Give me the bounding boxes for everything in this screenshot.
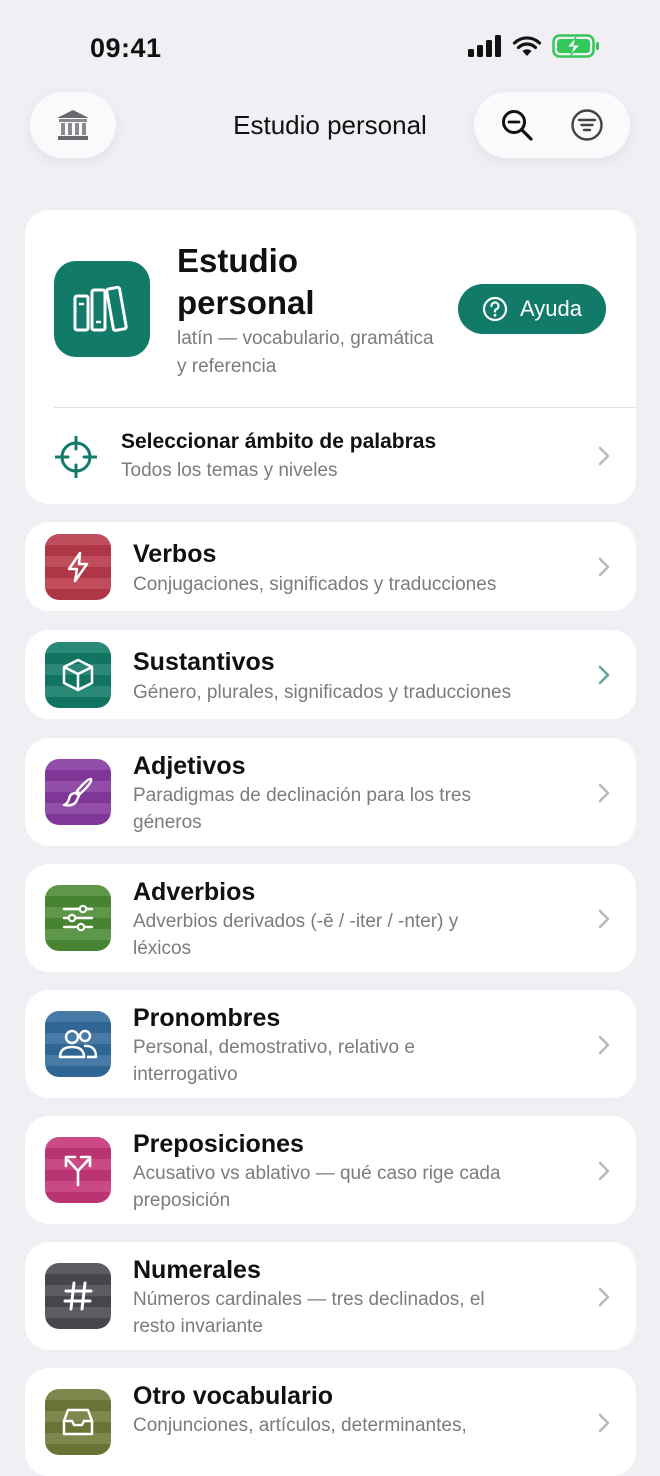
help-button-label: Ayuda (520, 296, 582, 321)
nav-actions (474, 92, 630, 158)
category-subtitle: Personal, demostrativo, relativo e inter… (133, 1037, 415, 1085)
word-scope-selector[interactable]: Seleccionar ámbito de palabras Todos los… (25, 408, 636, 504)
chevron-right-icon (598, 665, 610, 685)
navigation-bar: Estudio personal (0, 92, 660, 160)
category-other-vocabulary[interactable]: Otro vocabulario Conjunciones, artículos… (25, 1368, 636, 1476)
app-icon (54, 261, 150, 357)
category-title: Pronombres (133, 1004, 281, 1032)
sliders-icon (62, 904, 94, 932)
category-icon-tile (45, 534, 111, 600)
category-icon-tile (45, 885, 111, 951)
chevron-right-icon (598, 783, 610, 803)
category-numerals[interactable]: Numerales Números cardinales — tres decl… (25, 1242, 636, 1350)
category-prepositions[interactable]: Preposiciones Acusativo vs ablativo — qu… (25, 1116, 636, 1224)
category-title: Verbos (133, 540, 217, 568)
status-bar: 09:41 (0, 0, 660, 90)
battery-charging-icon (552, 34, 599, 58)
category-title: Adjetivos (133, 752, 246, 780)
category-icon-tile (45, 1011, 111, 1077)
chevron-right-icon (598, 1161, 610, 1181)
status-icons (468, 34, 600, 58)
category-title: Otro vocabulario (133, 1382, 334, 1410)
category-title: Adverbios (133, 878, 256, 906)
chevron-right-icon (598, 1287, 610, 1307)
category-adverbs[interactable]: Adverbios Adverbios derivados (-ē / -ite… (25, 864, 636, 972)
status-time: 09:41 (90, 33, 162, 63)
category-icon-tile (45, 1263, 111, 1329)
header-title: Estudio personal (177, 242, 315, 321)
category-subtitle: Conjunciones, artículos, determinantes, (133, 1415, 467, 1436)
cellular-signal-icon (468, 35, 501, 57)
scope-subtitle: Todos los temas y niveles (121, 460, 338, 481)
header-subtitle: latín — vocabulario, gramática y referen… (177, 328, 434, 377)
wifi-icon (512, 36, 542, 56)
chevron-right-icon (598, 557, 610, 577)
fork-arrows-icon (64, 1155, 92, 1187)
question-circle-icon (482, 296, 508, 322)
books-icon (73, 285, 128, 332)
category-subtitle: Números cardinales — tres declinados, el… (133, 1289, 485, 1337)
help-button[interactable]: Ayuda (458, 284, 606, 334)
category-subtitle: Adverbios derivados (-ē / -iter / -nter)… (133, 911, 459, 959)
category-icon-tile (45, 759, 111, 825)
scope-title: Seleccionar ámbito de palabras (121, 430, 437, 453)
bolt-icon (67, 551, 89, 583)
chevron-right-icon (598, 1035, 610, 1055)
search-button[interactable] (500, 108, 534, 142)
chevron-right-icon (598, 909, 610, 929)
target-icon (55, 436, 97, 478)
header-card: Estudio personal latín — vocabulario, gr… (25, 210, 636, 504)
people-icon (58, 1029, 98, 1059)
category-icon-tile (45, 1137, 111, 1203)
category-icon-tile (45, 642, 111, 708)
category-subtitle: Acusativo vs ablativo — qué caso rige ca… (133, 1163, 501, 1211)
category-verbs[interactable]: Verbos Conjugaciones, significados y tra… (25, 522, 636, 611)
hash-icon (63, 1281, 93, 1311)
category-nouns[interactable]: Sustantivos Género, plurales, significad… (25, 630, 636, 719)
search-icon (502, 110, 533, 141)
chevron-right-icon (598, 1413, 610, 1433)
chevron-right-icon (598, 446, 610, 466)
category-adjectives[interactable]: Adjetivos Paradigmas de declinación para… (25, 738, 636, 846)
category-title: Sustantivos (133, 648, 275, 676)
category-subtitle: Género, plurales, significados y traducc… (133, 682, 512, 703)
filter-icon (571, 109, 603, 141)
category-title: Numerales (133, 1256, 261, 1284)
category-title: Preposiciones (133, 1130, 304, 1158)
cube-icon (62, 658, 94, 692)
filter-button[interactable] (570, 108, 604, 142)
category-pronouns[interactable]: Pronombres Personal, demostrativo, relat… (25, 990, 636, 1098)
category-subtitle: Paradigmas de declinación para los tres … (133, 785, 471, 833)
brush-icon (62, 777, 93, 807)
category-subtitle: Conjugaciones, significados y traduccion… (133, 574, 497, 595)
category-icon-tile (45, 1389, 111, 1455)
